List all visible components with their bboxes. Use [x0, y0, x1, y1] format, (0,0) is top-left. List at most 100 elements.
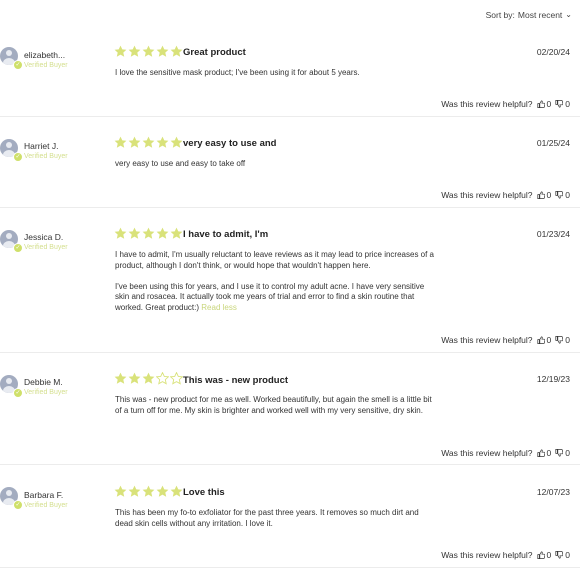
review-title: Great product	[183, 47, 246, 58]
review-paragraph: I've been using this for years, and I us…	[115, 282, 437, 314]
star-empty-icon	[156, 372, 169, 385]
thumbs-down-icon	[555, 551, 564, 559]
star-rating	[114, 372, 183, 385]
thumbs-up-icon	[536, 449, 545, 457]
review-body: very easy to use and easy to take off	[115, 159, 437, 170]
thumbs-up-button[interactable]: 0	[536, 190, 552, 200]
reviewer-name: Debbie M.	[24, 377, 63, 387]
review-paragraph: I have to admit, I'm usually reluctant t…	[115, 250, 435, 270]
helpful-label: Was this review helpful?	[441, 99, 533, 109]
thumbs-up-count: 0	[546, 99, 552, 109]
helpful-row: Was this review helpful? 0 0	[441, 448, 570, 458]
thumbs-down-count: 0	[565, 190, 570, 200]
helpful-label: Was this review helpful?	[441, 190, 533, 200]
star-filled-icon	[170, 136, 183, 148]
helpful-row: Was this review helpful? 0 0	[441, 335, 570, 345]
review-paragraph-text: I've been using this for years, and I us…	[115, 281, 425, 312]
thumbs-down-icon	[555, 449, 564, 457]
review-item: ✓ Harriet J. Verified Buyer very easy to…	[0, 116, 580, 208]
verified-check-icon: ✓	[13, 152, 23, 162]
review-paragraph: very easy to use and easy to take off	[115, 159, 246, 168]
reviewer-name: Jessica D.	[24, 232, 64, 242]
star-rating	[114, 136, 183, 149]
thumbs-up-count: 0	[546, 190, 552, 200]
star-filled-icon	[156, 136, 169, 148]
thumbs-up-icon	[536, 100, 545, 108]
review-title: Love this	[183, 487, 225, 498]
star-filled-icon	[156, 485, 169, 497]
review-item: ✓ Jessica D. Verified Buyer I have to ad…	[0, 207, 580, 353]
review-body: This was - new product for me as well. W…	[115, 395, 437, 416]
thumbs-up-count: 0	[546, 448, 552, 458]
star-filled-icon	[142, 136, 155, 148]
review-paragraph: This was - new product for me as well. W…	[115, 395, 432, 415]
verified-buyer-label: Verified Buyer	[24, 153, 68, 160]
verified-buyer-label: Verified Buyer	[24, 502, 68, 509]
review-body: This has been my fo-to exfoliator for th…	[115, 508, 437, 529]
star-filled-icon	[114, 136, 127, 148]
reviewer-name: Harriet J.	[24, 141, 59, 151]
star-filled-icon	[114, 227, 127, 239]
thumbs-down-icon	[555, 100, 564, 108]
star-filled-icon	[156, 45, 169, 57]
star-empty-icon	[170, 372, 183, 385]
star-filled-icon	[142, 227, 155, 239]
verified-buyer-label: Verified Buyer	[24, 62, 68, 69]
thumbs-up-count: 0	[546, 335, 552, 345]
star-filled-icon	[142, 45, 155, 57]
thumbs-down-button[interactable]: 0	[555, 190, 570, 200]
review-paragraph: I love the sensitive mask product; I've …	[115, 68, 360, 77]
star-filled-icon	[156, 227, 169, 239]
verified-check-icon: ✓	[13, 60, 23, 70]
review-date: 01/25/24	[536, 138, 570, 148]
review-paragraph: This has been my fo-to exfoliator for th…	[115, 508, 419, 528]
thumbs-down-button[interactable]: 0	[555, 448, 570, 458]
star-filled-icon	[128, 45, 141, 57]
reviewer-name: Barbara F.	[24, 490, 64, 500]
thumbs-up-icon	[536, 551, 545, 559]
star-filled-icon	[170, 45, 183, 57]
star-filled-icon	[170, 227, 183, 239]
star-rating	[114, 485, 183, 498]
star-rating	[114, 45, 183, 58]
verified-buyer-label: Verified Buyer	[24, 244, 68, 251]
thumbs-down-count: 0	[565, 335, 570, 345]
thumbs-down-button[interactable]: 0	[555, 550, 570, 560]
thumbs-up-button[interactable]: 0	[536, 335, 552, 345]
verified-check-icon: ✓	[13, 388, 23, 398]
read-less-link[interactable]: Read less	[201, 303, 237, 312]
star-filled-icon	[142, 372, 155, 384]
thumbs-up-icon	[536, 336, 545, 344]
review-title: very easy to use and	[183, 138, 277, 149]
review-title: I have to admit, I'm	[183, 229, 269, 240]
thumbs-down-icon	[555, 336, 564, 344]
verified-buyer-label: Verified Buyer	[24, 389, 68, 396]
thumbs-up-button[interactable]: 0	[536, 448, 552, 458]
review-item: ✓ Debbie M. Verified Buyer This was - ne…	[0, 352, 580, 465]
thumbs-down-button[interactable]: 0	[555, 99, 570, 109]
helpful-label: Was this review helpful?	[441, 550, 533, 560]
star-filled-icon	[170, 485, 183, 497]
review-date: 12/07/23	[536, 487, 570, 497]
star-filled-icon	[128, 136, 141, 148]
review-date: 01/23/24	[536, 229, 570, 239]
star-filled-icon	[114, 485, 127, 497]
review-item: ✓ elizabeth... Verified Buyer Great prod…	[0, 0, 580, 117]
review-title: This was - new product	[183, 375, 289, 386]
star-filled-icon	[128, 227, 141, 239]
reviewer-name: elizabeth...	[24, 50, 66, 60]
thumbs-down-count: 0	[565, 550, 570, 560]
star-filled-icon	[114, 372, 127, 384]
helpful-label: Was this review helpful?	[441, 335, 533, 345]
helpful-label: Was this review helpful?	[441, 448, 533, 458]
star-filled-icon	[128, 485, 141, 497]
verified-check-icon: ✓	[13, 500, 23, 510]
helpful-row: Was this review helpful? 0 0	[441, 99, 570, 109]
thumbs-down-count: 0	[565, 448, 570, 458]
thumbs-down-button[interactable]: 0	[555, 335, 570, 345]
review-body: I love the sensitive mask product; I've …	[115, 68, 437, 79]
thumbs-down-count: 0	[565, 99, 570, 109]
thumbs-up-count: 0	[546, 550, 552, 560]
thumbs-up-button[interactable]: 0	[536, 99, 552, 109]
thumbs-up-button[interactable]: 0	[536, 550, 552, 560]
